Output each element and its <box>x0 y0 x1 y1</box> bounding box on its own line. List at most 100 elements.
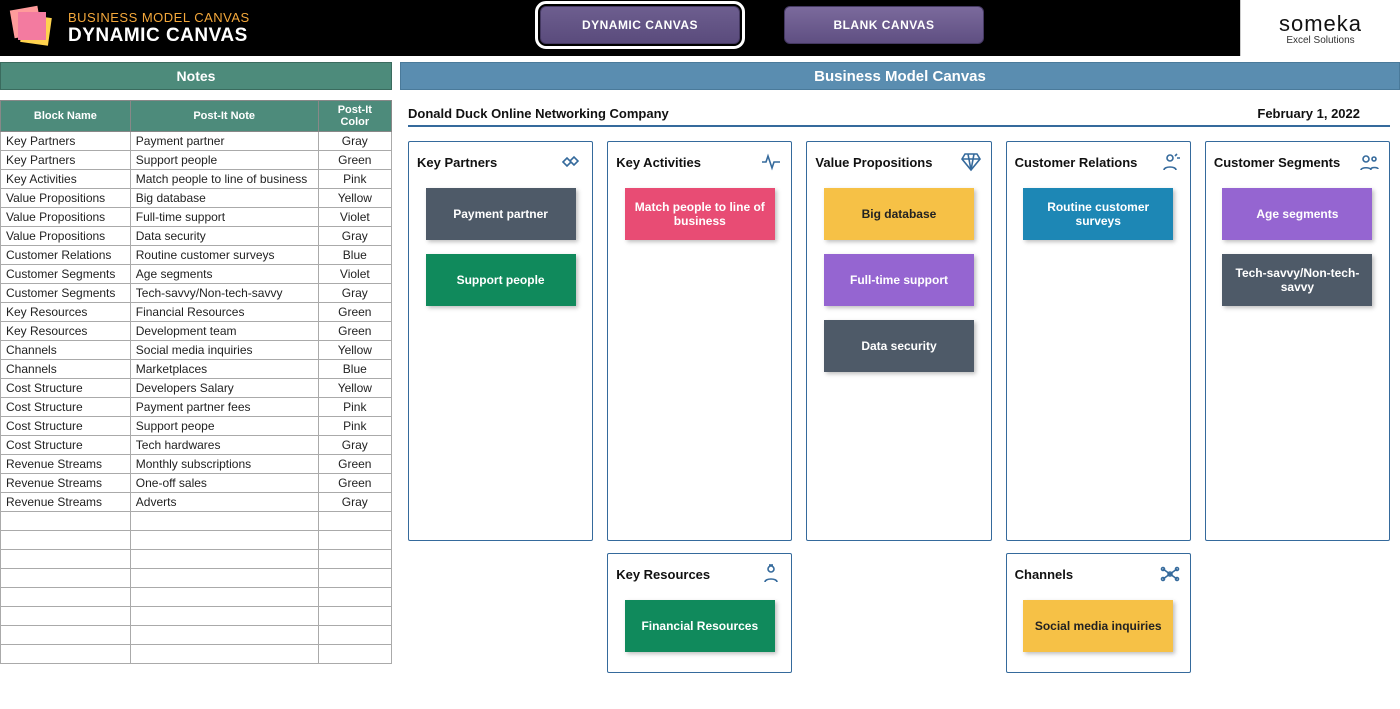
table-row[interactable] <box>1 626 392 645</box>
table-row[interactable]: Key PartnersPayment partnerGray <box>1 132 392 151</box>
table-row[interactable]: Cost StructureTech hardwaresGray <box>1 436 392 455</box>
table-cell[interactable]: Big database <box>130 189 318 208</box>
table-cell[interactable]: One-off sales <box>130 474 318 493</box>
table-cell[interactable]: Gray <box>318 284 391 303</box>
table-cell[interactable]: Financial Resources <box>130 303 318 322</box>
table-row[interactable]: Revenue StreamsOne-off salesGreen <box>1 474 392 493</box>
sticker[interactable]: Full-time support <box>824 254 974 306</box>
sticker[interactable]: Social media inquiries <box>1023 600 1173 652</box>
table-cell[interactable]: Revenue Streams <box>1 493 131 512</box>
table-row[interactable] <box>1 607 392 626</box>
table-cell[interactable] <box>1 550 131 569</box>
table-cell[interactable] <box>318 569 391 588</box>
table-cell[interactable]: Blue <box>318 360 391 379</box>
table-cell[interactable]: Support people <box>130 151 318 170</box>
sticker[interactable]: Tech-savvy/Non-tech-savvy <box>1222 254 1372 306</box>
table-row[interactable] <box>1 569 392 588</box>
table-cell[interactable] <box>130 607 318 626</box>
table-cell[interactable]: Pink <box>318 398 391 417</box>
table-cell[interactable] <box>318 626 391 645</box>
table-row[interactable]: ChannelsSocial media inquiriesYellow <box>1 341 392 360</box>
table-row[interactable]: Value PropositionsFull-time supportViole… <box>1 208 392 227</box>
table-cell[interactable]: Revenue Streams <box>1 474 131 493</box>
table-cell[interactable]: Development team <box>130 322 318 341</box>
table-cell[interactable] <box>130 645 318 664</box>
table-cell[interactable]: Green <box>318 455 391 474</box>
tab-dynamic-canvas[interactable]: DYNAMIC CANVAS <box>540 6 740 44</box>
sticker[interactable]: Routine customer surveys <box>1023 188 1173 240</box>
table-cell[interactable]: Customer Segments <box>1 265 131 284</box>
table-row[interactable]: Key ResourcesDevelopment teamGreen <box>1 322 392 341</box>
table-cell[interactable]: Pink <box>318 417 391 436</box>
table-cell[interactable]: Key Partners <box>1 132 131 151</box>
table-cell[interactable] <box>318 550 391 569</box>
table-cell[interactable]: Cost Structure <box>1 436 131 455</box>
table-cell[interactable]: Support peope <box>130 417 318 436</box>
table-cell[interactable] <box>130 550 318 569</box>
sticker[interactable]: Data security <box>824 320 974 372</box>
table-cell[interactable]: Key Resources <box>1 322 131 341</box>
table-cell[interactable] <box>1 569 131 588</box>
table-cell[interactable]: Pink <box>318 170 391 189</box>
sticker[interactable]: Match people to line of business <box>625 188 775 240</box>
table-row[interactable]: Customer SegmentsTech-savvy/Non-tech-sav… <box>1 284 392 303</box>
table-cell[interactable]: Channels <box>1 360 131 379</box>
table-row[interactable]: Cost StructureSupport peopePink <box>1 417 392 436</box>
table-row[interactable]: Revenue StreamsMonthly subscriptionsGree… <box>1 455 392 474</box>
table-row[interactable]: Revenue StreamsAdvertsGray <box>1 493 392 512</box>
table-cell[interactable]: Gray <box>318 493 391 512</box>
table-cell[interactable] <box>318 645 391 664</box>
table-cell[interactable]: Green <box>318 303 391 322</box>
table-cell[interactable]: Developers Salary <box>130 379 318 398</box>
table-cell[interactable]: Tech-savvy/Non-tech-savvy <box>130 284 318 303</box>
table-cell[interactable] <box>130 588 318 607</box>
table-cell[interactable] <box>130 626 318 645</box>
table-row[interactable]: Value PropositionsBig databaseYellow <box>1 189 392 208</box>
table-cell[interactable]: Value Propositions <box>1 227 131 246</box>
table-cell[interactable]: Marketplaces <box>130 360 318 379</box>
table-cell[interactable]: Key Partners <box>1 151 131 170</box>
table-cell[interactable]: Green <box>318 151 391 170</box>
table-cell[interactable]: Key Resources <box>1 303 131 322</box>
table-cell[interactable]: Yellow <box>318 189 391 208</box>
table-cell[interactable]: Routine customer surveys <box>130 246 318 265</box>
sticker[interactable]: Support people <box>426 254 576 306</box>
table-row[interactable]: Customer SegmentsAge segmentsViolet <box>1 265 392 284</box>
table-cell[interactable]: Key Activities <box>1 170 131 189</box>
table-cell[interactable]: Violet <box>318 208 391 227</box>
table-cell[interactable]: Full-time support <box>130 208 318 227</box>
table-row[interactable] <box>1 512 392 531</box>
table-row[interactable] <box>1 645 392 664</box>
table-cell[interactable]: Payment partner <box>130 132 318 151</box>
table-cell[interactable]: Revenue Streams <box>1 455 131 474</box>
table-cell[interactable]: Value Propositions <box>1 208 131 227</box>
table-cell[interactable]: Cost Structure <box>1 379 131 398</box>
table-row[interactable]: Cost StructureDevelopers SalaryYellow <box>1 379 392 398</box>
table-cell[interactable]: Data security <box>130 227 318 246</box>
table-row[interactable] <box>1 531 392 550</box>
table-cell[interactable] <box>318 588 391 607</box>
table-cell[interactable]: Payment partner fees <box>130 398 318 417</box>
table-cell[interactable]: Age segments <box>130 265 318 284</box>
sticker[interactable]: Payment partner <box>426 188 576 240</box>
table-cell[interactable]: Tech hardwares <box>130 436 318 455</box>
table-row[interactable]: Customer RelationsRoutine customer surve… <box>1 246 392 265</box>
table-cell[interactable]: Match people to line of business <box>130 170 318 189</box>
table-row[interactable]: Key ActivitiesMatch people to line of bu… <box>1 170 392 189</box>
table-cell[interactable]: Yellow <box>318 379 391 398</box>
sticker[interactable]: Big database <box>824 188 974 240</box>
table-cell[interactable] <box>130 531 318 550</box>
table-cell[interactable]: Value Propositions <box>1 189 131 208</box>
table-row[interactable]: ChannelsMarketplacesBlue <box>1 360 392 379</box>
table-cell[interactable]: Monthly subscriptions <box>130 455 318 474</box>
table-cell[interactable] <box>318 512 391 531</box>
table-cell[interactable]: Cost Structure <box>1 398 131 417</box>
table-cell[interactable]: Customer Relations <box>1 246 131 265</box>
table-row[interactable] <box>1 588 392 607</box>
table-cell[interactable] <box>1 626 131 645</box>
table-row[interactable]: Value PropositionsData securityGray <box>1 227 392 246</box>
table-cell[interactable]: Channels <box>1 341 131 360</box>
table-cell[interactable]: Adverts <box>130 493 318 512</box>
table-row[interactable]: Key ResourcesFinancial ResourcesGreen <box>1 303 392 322</box>
table-row[interactable]: Key PartnersSupport peopleGreen <box>1 151 392 170</box>
